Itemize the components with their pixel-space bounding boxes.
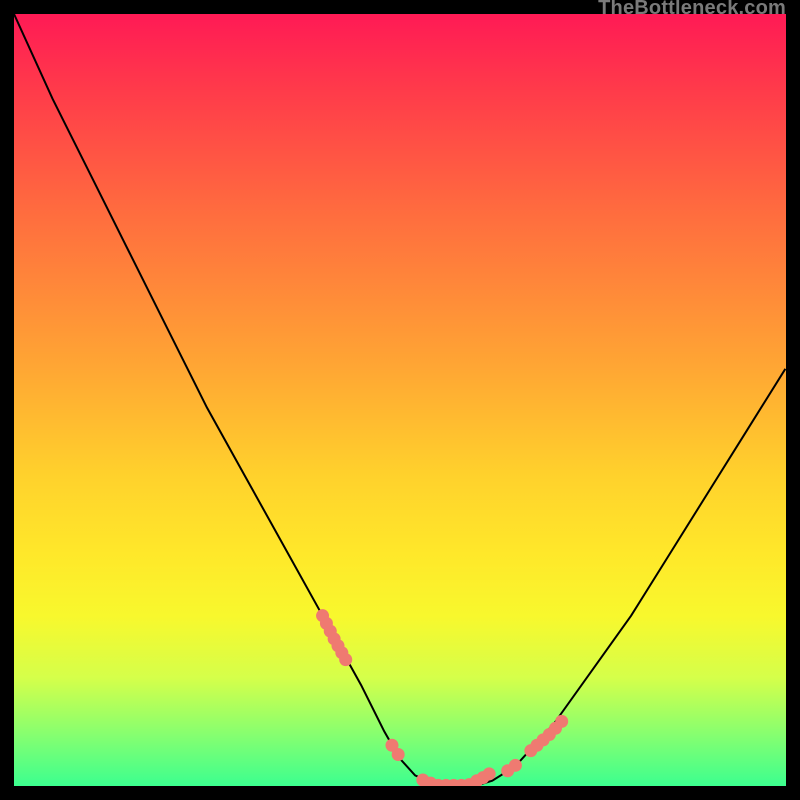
highlight-dot [509, 759, 522, 772]
highlight-dot [339, 653, 352, 666]
highlight-dots [316, 609, 568, 785]
highlight-dot [555, 715, 568, 728]
highlight-dot [392, 748, 405, 761]
bottleneck-curve [14, 14, 785, 785]
chart-svg [14, 14, 785, 785]
bottleneck-curve-path [14, 14, 785, 785]
highlight-dot [483, 768, 496, 781]
watermark-text: TheBottleneck.com [598, 0, 786, 20]
